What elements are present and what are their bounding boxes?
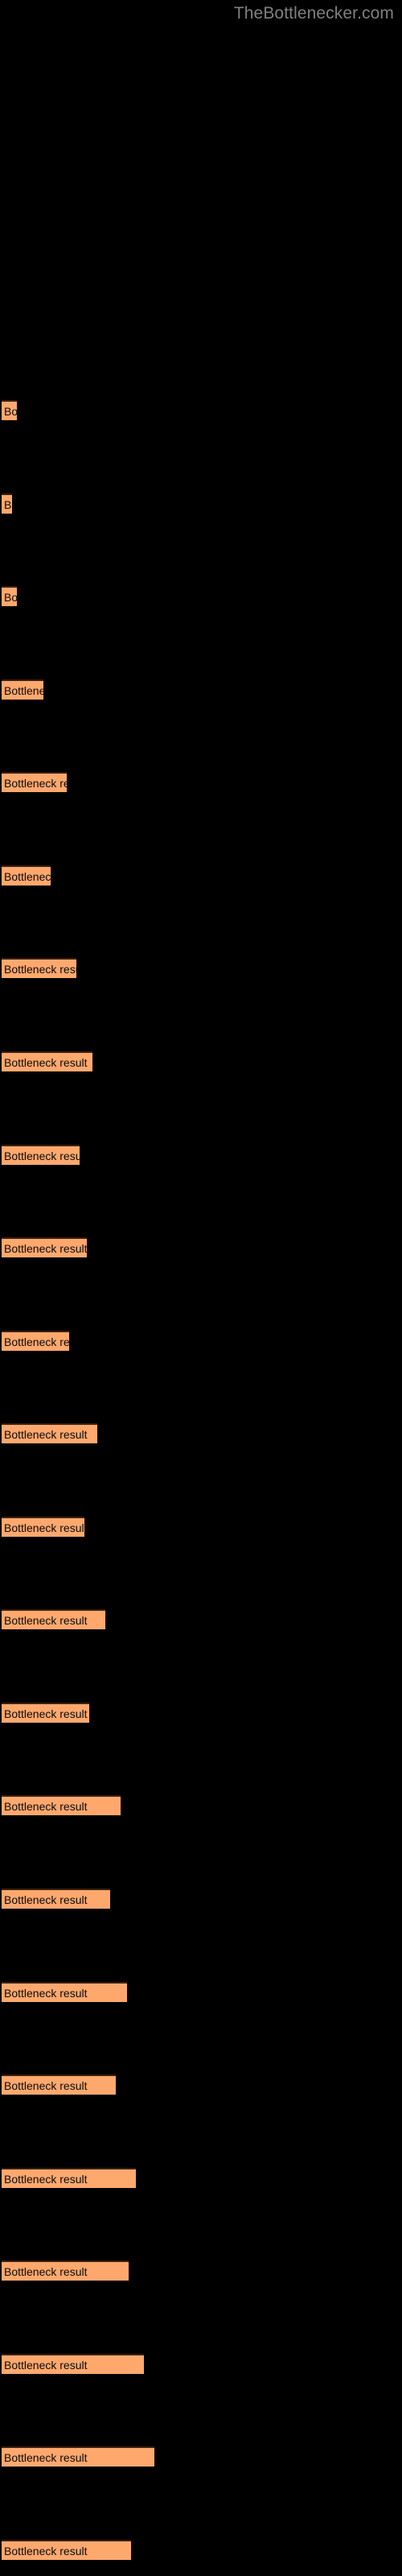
bar[interactable]: Bottleneck result <box>2 1795 121 1815</box>
bar[interactable]: Bottleneck result <box>2 1609 105 1629</box>
bar-row: Bottleneck result <box>2 2446 154 2467</box>
bar[interactable]: Bottleneck result <box>2 1331 69 1351</box>
bottleneck-bar-chart: Bottleneck result Bottleneck result Bottle… <box>0 0 402 2576</box>
bar-label: Bottleneck result <box>4 1149 80 1162</box>
bar[interactable]: Bottleneck result <box>2 1051 92 1071</box>
bar-label: Bottleneck result <box>4 1893 88 1906</box>
bar[interactable]: Bottleneck result <box>2 1703 89 1723</box>
bar-label: Bottleneck result <box>4 1241 87 1255</box>
bar[interactable]: Bottleneck result <box>2 2168 136 2188</box>
bar-label: Bottleneck result <box>4 2358 88 2372</box>
bar-row: Bottleneck result <box>2 2354 144 2374</box>
bar-row: Bottleneck result <box>2 1331 69 1351</box>
bar-row: Bottleneck result <box>2 2540 131 2560</box>
bar[interactable]: Bottleneck result <box>2 2074 116 2095</box>
bar-row: Bottleneck result <box>2 493 12 514</box>
bar-label: Bottleneck result <box>4 497 12 511</box>
bar[interactable]: Bottleneck result <box>2 1145 80 1165</box>
bar-label: Bottleneck result <box>4 2172 88 2186</box>
bar-row: Bottleneck result <box>2 1795 121 1815</box>
bar-label: Bottleneck result <box>4 2450 88 2464</box>
bar-row: Bottleneck result <box>2 1237 87 1257</box>
bar-label: Bottleneck result <box>4 1707 88 1720</box>
bar-row: Bottleneck result <box>2 2260 129 2281</box>
bar-label: Bottleneck result <box>4 2544 88 2557</box>
bar[interactable]: Bottleneck result <box>2 2260 129 2281</box>
bar[interactable]: Bottleneck result <box>2 1889 110 1909</box>
bar-label: Bottleneck result <box>4 590 17 604</box>
bar[interactable]: Bottleneck result <box>2 586 17 606</box>
bar[interactable]: Bottleneck result <box>2 493 12 514</box>
bar-label: Bottleneck result <box>4 2264 88 2278</box>
bar[interactable]: Bottleneck result <box>2 1237 87 1257</box>
bar-label: Bottleneck result <box>4 1427 88 1441</box>
bar-label: Bottleneck result <box>4 1986 88 2000</box>
bar-row: Bottleneck result <box>2 2074 116 2095</box>
bar-row: Bottleneck result <box>2 1889 110 1909</box>
bar-row: Bottleneck result <box>2 1609 105 1629</box>
bar-label: Bottleneck result <box>4 776 67 790</box>
bar[interactable]: Bottleneck result <box>2 679 43 700</box>
bar-row: Bottleneck result <box>2 1982 127 2002</box>
bar-label: Bottleneck result <box>4 1055 88 1069</box>
bar-row: Bottleneck result <box>2 772 67 792</box>
bar-row: Bottleneck result <box>2 400 17 420</box>
bar[interactable]: Bottleneck result <box>2 958 76 978</box>
bar[interactable]: Bottleneck result <box>2 2354 144 2374</box>
bar[interactable]: Bottleneck result <box>2 1423 97 1443</box>
bar-label: Bottleneck result <box>4 1799 88 1813</box>
bar[interactable]: Bottleneck result <box>2 1517 84 1537</box>
bar[interactable]: Bottleneck result <box>2 865 51 886</box>
bar-row: Bottleneck result <box>2 1051 92 1071</box>
bar[interactable]: Bottleneck result <box>2 2540 131 2560</box>
bar[interactable]: Bottleneck result <box>2 772 67 792</box>
bar-label: Bottleneck result <box>4 683 43 697</box>
bar[interactable]: Bottleneck result <box>2 400 17 420</box>
bar-label: Bottleneck result <box>4 1613 88 1627</box>
bar[interactable]: Bottleneck result <box>2 2446 154 2467</box>
bar-row: Bottleneck result <box>2 1703 89 1723</box>
bar-row: Bottleneck result <box>2 1145 80 1165</box>
bar-label: Bottleneck result <box>4 1335 69 1348</box>
bar-row: Bottleneck result <box>2 958 76 978</box>
bar-label: Bottleneck result <box>4 1521 84 1534</box>
bar-row: Bottleneck result <box>2 865 51 886</box>
bar[interactable]: Bottleneck result <box>2 1982 127 2002</box>
bar-label: Bottleneck result <box>4 2079 88 2092</box>
bar-label: Bottleneck result <box>4 962 76 976</box>
bar-row: Bottleneck result <box>2 586 17 606</box>
bar-label: Bottleneck result <box>4 869 51 883</box>
bar-row: Bottleneck result <box>2 679 43 700</box>
bar-row: Bottleneck result <box>2 2168 136 2188</box>
bar-row: Bottleneck result <box>2 1517 84 1537</box>
bar-row: Bottleneck result <box>2 1423 97 1443</box>
bar-label: Bottleneck result <box>4 404 17 418</box>
